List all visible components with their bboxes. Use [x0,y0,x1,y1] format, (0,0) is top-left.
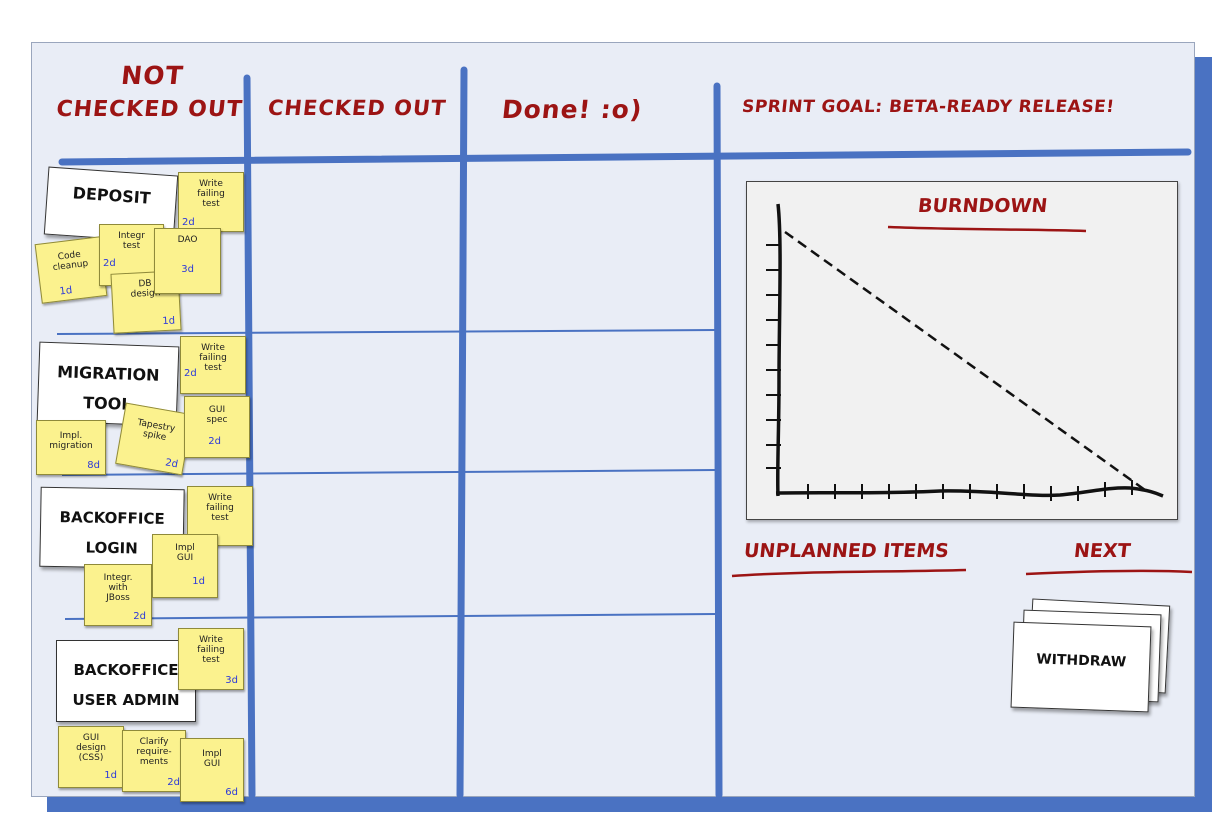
next-card-label: Withdraw [1035,651,1127,671]
burndown-title-underline [887,225,1087,233]
next-card-withdraw[interactable]: Withdraw [1010,621,1152,713]
next-title: Next [1072,540,1132,562]
unplanned-underline [731,568,967,578]
unplanned-items-title: Unplanned items [742,540,950,562]
burndown-y-axis [775,203,782,497]
burndown-ideal-line [784,230,1146,492]
next-underline [1025,569,1193,576]
